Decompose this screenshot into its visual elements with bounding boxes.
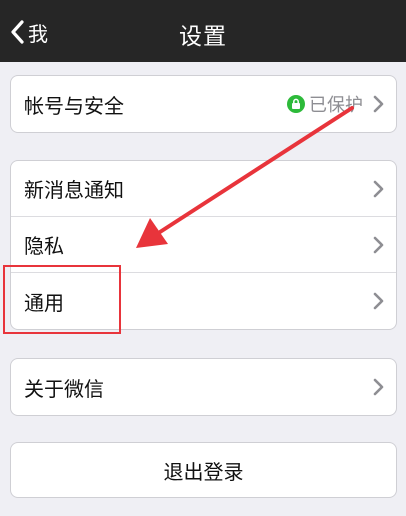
account-security-row[interactable]: 帐号与安全 已保护 [11,76,396,132]
chevron-right-icon [373,236,384,253]
about-wechat-label: 关于微信 [24,376,104,401]
protection-status-text: 已保护 [309,95,363,116]
lock-icon [287,95,305,113]
chevron-right-icon [373,292,384,310]
logout-button[interactable]: 退出登录 [10,442,397,498]
about-wechat-row[interactable]: 关于微信 [11,359,396,415]
page-title: 设置 [179,24,227,50]
account-group: 帐号与安全 已保护 [10,75,397,133]
account-security-label: 帐号与安全 [24,93,124,118]
account-security-right: 已保护 [287,76,384,132]
settings-item-right [373,161,384,216]
chevron-right-icon [373,378,384,396]
settings-item-right [373,273,384,329]
settings-item-notifications[interactable]: 新消息通知 [11,161,396,217]
navigation-bar: 我 设置 [0,0,406,62]
settings-item-right [373,217,384,272]
settings-item-label: 新消息通知 [24,178,124,202]
logout-label: 退出登录 [163,459,244,484]
about-wechat-right [373,359,384,415]
chevron-right-icon [373,95,384,113]
settings-item-privacy[interactable]: 隐私 [11,217,396,273]
settings-item-general[interactable]: 通用 [11,273,396,329]
settings-group: 新消息通知 隐私 通用 [10,160,397,330]
settings-item-label: 通用 [24,290,64,315]
protection-status: 已保护 [287,91,363,117]
about-group: 关于微信 [10,358,397,416]
settings-item-label: 隐私 [24,234,64,258]
chevron-right-icon [373,180,384,197]
